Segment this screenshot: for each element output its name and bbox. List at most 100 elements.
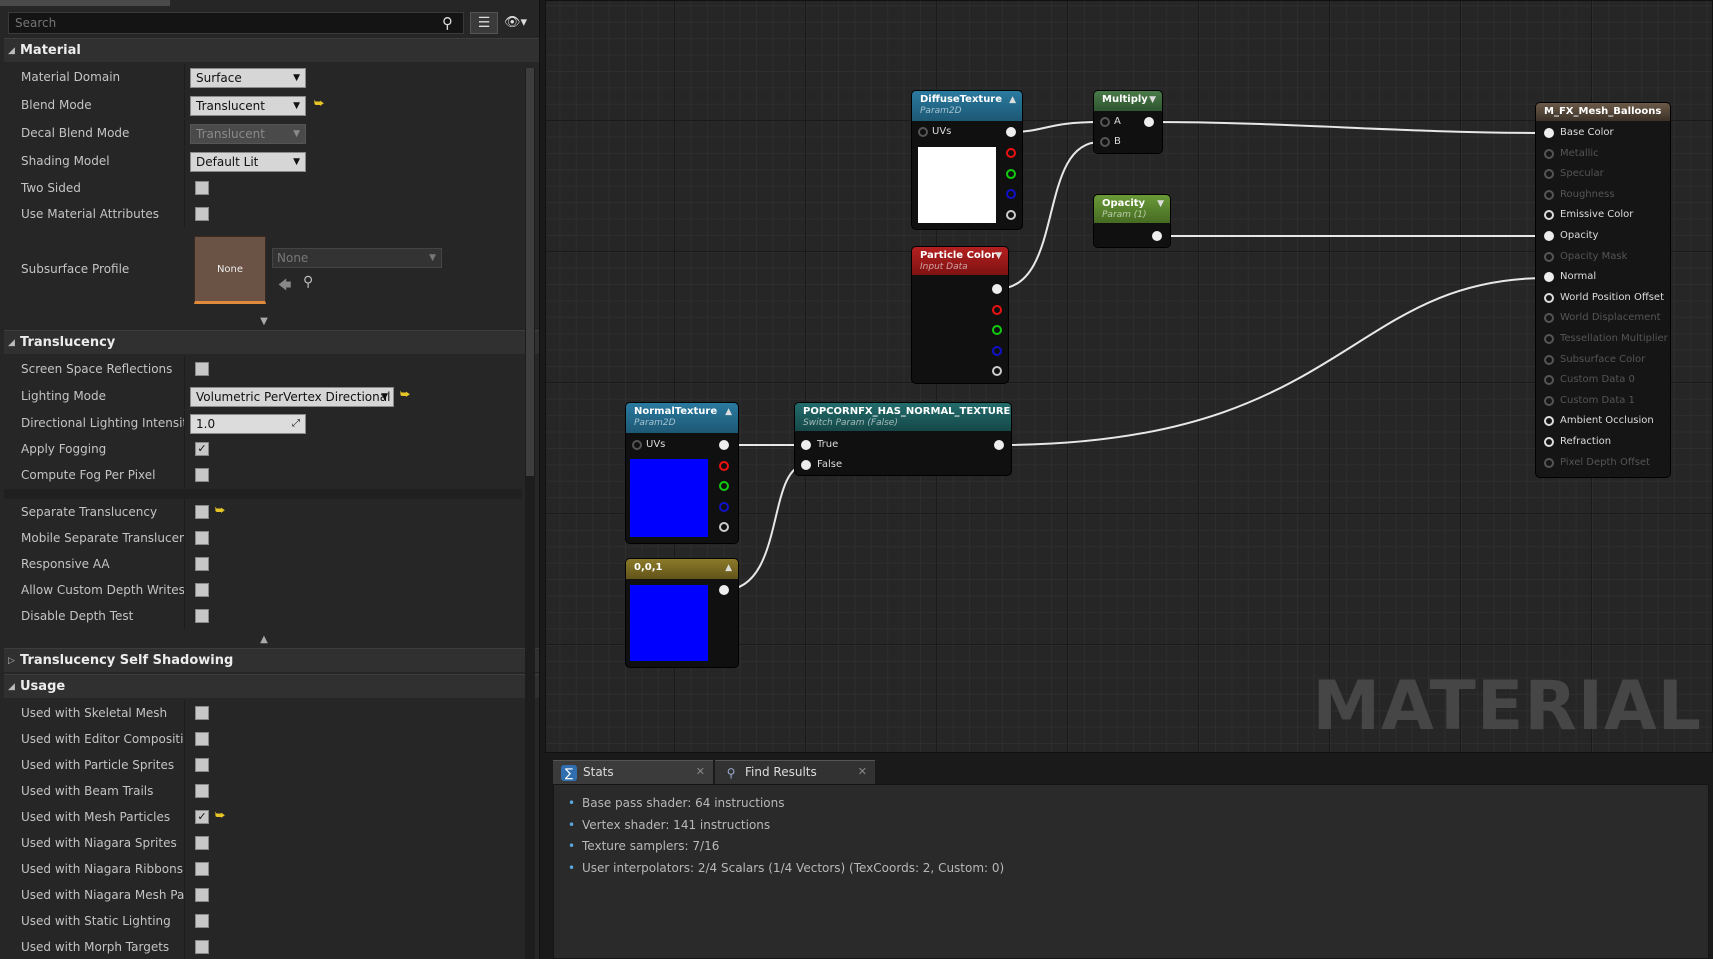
node-header[interactable]: Particle Color Input Data ▼: [912, 247, 1008, 275]
search-input[interactable]: [8, 12, 464, 34]
result-input-pin[interactable]: [1544, 292, 1554, 303]
column-divider[interactable]: [184, 92, 185, 118]
column-divider[interactable]: [184, 525, 185, 551]
node-header[interactable]: Multiply ▼: [1094, 91, 1162, 111]
column-divider[interactable]: [184, 175, 185, 201]
directional-intensity-input[interactable]: 1.0 ⤢: [190, 414, 306, 434]
result-input-pin[interactable]: [1544, 375, 1554, 386]
custom-depth-writes-checkbox[interactable]: [195, 583, 209, 597]
node-header[interactable]: POPCORNFX_HAS_NORMAL_TEXTURE Switch Para…: [795, 403, 1011, 431]
reset-to-default-icon[interactable]: ⮩: [314, 98, 324, 109]
column-divider[interactable]: [184, 882, 185, 908]
column-divider[interactable]: [184, 551, 185, 577]
close-icon[interactable]: ✕: [858, 761, 867, 783]
constant-output-pin[interactable]: [719, 585, 729, 595]
category-material[interactable]: ◢ Material: [4, 38, 539, 62]
mobile-separate-checkbox[interactable]: [195, 531, 209, 545]
node-material-result[interactable]: M_FX_Mesh_Balloons Base Color Metallic Spe…: [1536, 103, 1670, 477]
separate-translucency-checkbox[interactable]: [195, 505, 209, 519]
g-output-pin[interactable]: [992, 325, 1002, 335]
reset-to-default-icon[interactable]: ⮩: [215, 505, 225, 516]
usage-checkbox[interactable]: [195, 732, 209, 746]
node-constant-vector[interactable]: 0,0,1 ▲: [626, 559, 738, 667]
false-input-pin[interactable]: [801, 460, 811, 470]
usage-checkbox[interactable]: [195, 706, 209, 720]
column-divider[interactable]: [184, 804, 185, 830]
rgb-output-pin[interactable]: [719, 440, 729, 450]
scrollbar-thumb[interactable]: [526, 68, 534, 476]
result-input-pin[interactable]: [1544, 231, 1554, 241]
ssr-checkbox[interactable]: [195, 362, 209, 376]
a-input-pin[interactable]: [1100, 117, 1110, 127]
material-domain-combo[interactable]: Surface ▼: [190, 68, 306, 88]
blend-mode-combo[interactable]: Translucent ▼: [190, 96, 306, 116]
node-multiply[interactable]: Multiply ▼ A B: [1094, 91, 1162, 153]
collapse-icon[interactable]: ▼: [1149, 95, 1156, 105]
result-input-pin[interactable]: [1544, 313, 1554, 324]
result-input-pin[interactable]: [1544, 457, 1554, 468]
usage-checkbox[interactable]: [195, 758, 209, 772]
result-input-pin[interactable]: [1544, 189, 1554, 200]
usage-checkbox[interactable]: [195, 836, 209, 850]
collapse-icon[interactable]: ▲: [725, 407, 732, 417]
result-input-pin[interactable]: [1544, 251, 1554, 262]
result-input-pin[interactable]: [1544, 272, 1554, 283]
result-input-pin[interactable]: [1544, 210, 1554, 221]
node-header[interactable]: Opacity Param (1) ▼: [1094, 195, 1170, 223]
browse-asset-icon[interactable]: ⚲: [303, 274, 313, 290]
tab-stats[interactable]: ∑ Stats ✕: [553, 760, 713, 784]
uvs-input-pin[interactable]: [918, 127, 928, 137]
node-header[interactable]: 0,0,1 ▲: [626, 559, 738, 579]
result-input-pin[interactable]: [1544, 148, 1554, 159]
column-divider[interactable]: [184, 499, 185, 525]
lighting-mode-combo[interactable]: Volumetric PerVertex Directional ▼: [190, 387, 394, 407]
shading-model-combo[interactable]: Default Lit ▼: [190, 152, 306, 172]
column-divider[interactable]: [184, 120, 185, 146]
result-input-pin[interactable]: [1544, 128, 1554, 138]
b-output-pin[interactable]: [1006, 189, 1016, 199]
column-divider[interactable]: [184, 201, 185, 227]
category-translucency[interactable]: ◢ Translucency: [4, 330, 539, 354]
r-output-pin[interactable]: [1006, 148, 1016, 158]
result-input-pin[interactable]: [1544, 169, 1554, 180]
node-switch-param[interactable]: POPCORNFX_HAS_NORMAL_TEXTURE Switch Para…: [795, 403, 1011, 475]
column-divider[interactable]: [184, 934, 185, 959]
material-graph[interactable]: DiffuseTexture Param2D ▲ UVs Multiply ▼ …: [545, 0, 1713, 753]
subsurface-profile-combo[interactable]: None ▼: [272, 248, 442, 268]
result-input-pin[interactable]: [1544, 395, 1554, 406]
switch-output-pin[interactable]: [994, 440, 1004, 450]
node-opacity[interactable]: Opacity Param (1) ▼: [1094, 195, 1170, 247]
node-header[interactable]: DiffuseTexture Param2D ▲: [912, 91, 1022, 121]
value-output-pin[interactable]: [1152, 231, 1162, 241]
column-divider[interactable]: [184, 383, 185, 409]
rgb-output-pin[interactable]: [992, 284, 1002, 294]
usage-checkbox[interactable]: [195, 888, 209, 902]
usage-checkbox[interactable]: [195, 914, 209, 928]
close-icon[interactable]: ✕: [696, 761, 705, 783]
column-divider[interactable]: [184, 778, 185, 804]
use-material-attributes-checkbox[interactable]: [195, 207, 209, 221]
view-options-button[interactable]: ☰: [470, 12, 498, 34]
r-output-pin[interactable]: [992, 305, 1002, 315]
column-divider[interactable]: [184, 603, 185, 629]
responsive-aa-checkbox[interactable]: [195, 557, 209, 571]
b-input-pin[interactable]: [1100, 137, 1110, 147]
column-divider[interactable]: [184, 856, 185, 882]
two-sided-checkbox[interactable]: [195, 181, 209, 195]
disable-depth-test-checkbox[interactable]: [195, 609, 209, 623]
column-divider[interactable]: [184, 462, 185, 488]
category-usage[interactable]: ◢ Usage: [4, 674, 539, 698]
usage-checkbox[interactable]: [195, 784, 209, 798]
column-divider[interactable]: [184, 436, 185, 462]
column-divider[interactable]: [184, 726, 185, 752]
a-output-pin[interactable]: [992, 366, 1002, 376]
category-translucency-self-shadowing[interactable]: ▷ Translucency Self Shadowing: [4, 648, 539, 672]
node-particle-color[interactable]: Particle Color Input Data ▼: [912, 247, 1008, 383]
b-output-pin[interactable]: [992, 346, 1002, 356]
subsurface-profile-thumbnail[interactable]: None: [194, 236, 266, 304]
column-divider[interactable]: [184, 148, 185, 174]
tab-find-results[interactable]: ⚲ Find Results ✕: [715, 760, 875, 784]
uvs-input-pin[interactable]: [632, 440, 642, 450]
reset-to-default-icon[interactable]: ⮩: [400, 389, 410, 400]
fog-per-pixel-checkbox[interactable]: [195, 468, 209, 482]
